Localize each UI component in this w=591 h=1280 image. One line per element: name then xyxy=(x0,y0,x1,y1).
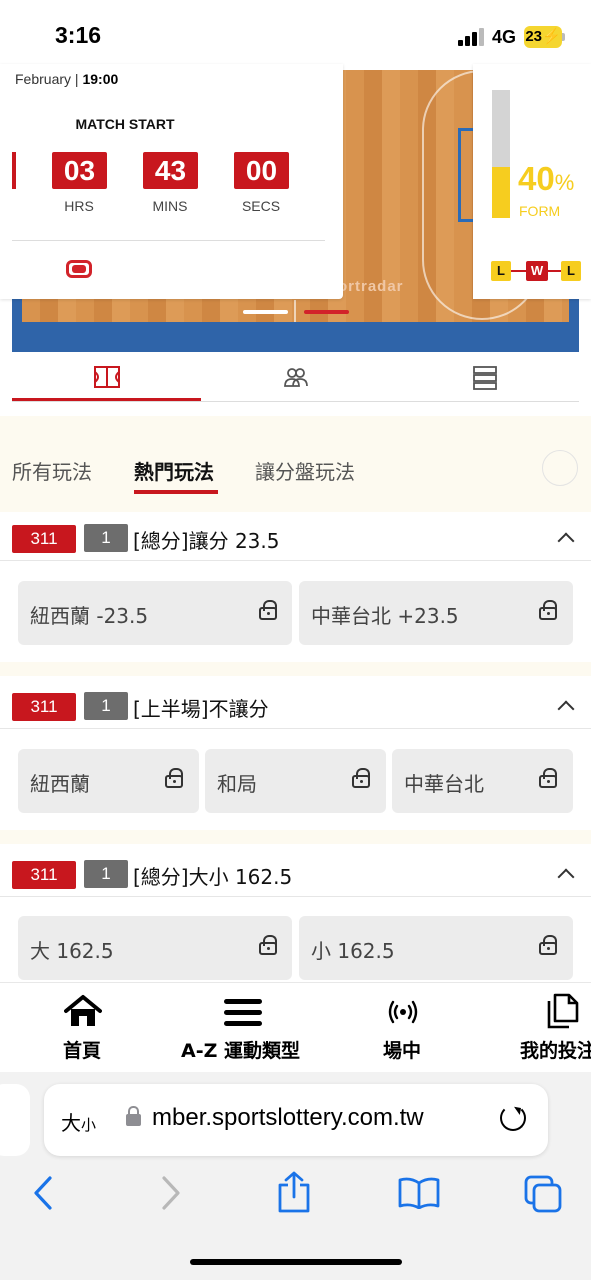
lock-icon xyxy=(165,768,183,788)
battery-nub xyxy=(562,33,565,41)
countdown-hours-label: HRS xyxy=(64,198,94,214)
forward-icon[interactable] xyxy=(160,1175,182,1211)
market-title: [總分]大小 162.5 xyxy=(133,865,293,889)
bet-option-label: 紐西蘭 -23.5 xyxy=(30,604,149,628)
bet-option[interactable]: 大 162.5 xyxy=(18,916,292,980)
market-divider xyxy=(0,728,591,729)
market-tab-more-button[interactable] xyxy=(542,450,578,486)
court-midline xyxy=(294,300,296,322)
countdown-minutes: 43 xyxy=(143,152,198,189)
section-separator xyxy=(0,830,591,844)
lock-icon xyxy=(352,768,370,788)
form-percent-sign: % xyxy=(554,170,575,195)
carousel-dot-2[interactable] xyxy=(304,310,349,314)
url-text[interactable]: mber.sportslottery.com.tw xyxy=(152,1104,424,1132)
tabs-icon[interactable] xyxy=(524,1175,562,1213)
form-result-1: L xyxy=(491,261,511,281)
form-result-2: W xyxy=(526,261,548,281)
form-label: FORM xyxy=(519,203,561,219)
nav-my-bets[interactable]: 我的投注 xyxy=(520,1040,591,1062)
lock-icon xyxy=(539,600,557,620)
market-number: 1 xyxy=(84,524,128,552)
bet-option[interactable]: 小 162.5 xyxy=(299,916,573,980)
bets-icon[interactable] xyxy=(545,993,579,1029)
text-size-small: 小 xyxy=(81,1116,97,1134)
bet-option[interactable]: 紐西蘭 xyxy=(18,749,199,813)
bet-option[interactable]: 和局 xyxy=(205,749,386,813)
section-separator xyxy=(0,662,591,676)
market-title: [總分]讓分 23.5 xyxy=(133,529,280,553)
table-icon[interactable] xyxy=(473,366,497,390)
chevron-up-icon[interactable] xyxy=(557,532,575,550)
market-number: 1 xyxy=(84,860,128,888)
bet-option-label: 小 162.5 xyxy=(311,939,395,963)
form-percent: 40% xyxy=(518,160,574,198)
market-title: [上半場]不讓分 xyxy=(133,697,269,721)
bet-option-label: 中華台北 +23.5 xyxy=(311,604,459,628)
market-number: 1 xyxy=(84,692,128,720)
countdown-seconds-label: SECS xyxy=(241,198,281,214)
bet-option-label: 中華台北 xyxy=(404,772,484,796)
nav-home[interactable]: 首頁 xyxy=(63,1036,101,1063)
lock-icon xyxy=(259,600,277,620)
market-code: 311 xyxy=(12,693,76,721)
signal-icon xyxy=(458,28,486,46)
lock-icon xyxy=(539,768,557,788)
countdown-hours: 03 xyxy=(52,152,107,189)
nav-live[interactable]: 場中 xyxy=(383,1036,421,1063)
match-start-label: MATCH START xyxy=(75,116,175,132)
court-icon[interactable] xyxy=(94,366,120,388)
tab-handicap-markets[interactable]: 讓分盤玩法 xyxy=(255,456,355,485)
market-code: 311 xyxy=(12,525,76,553)
live-icon[interactable] xyxy=(388,999,418,1025)
battery-level: 23 xyxy=(525,28,542,45)
home-indicator xyxy=(190,1259,402,1265)
reader-settings-button[interactable]: 大小 xyxy=(61,1107,96,1136)
back-icon[interactable] xyxy=(32,1175,54,1211)
lock-icon xyxy=(259,935,277,955)
countdown-edge xyxy=(12,152,16,189)
card-divider xyxy=(12,240,325,241)
previous-tab-preview[interactable] xyxy=(0,1084,30,1156)
form-percent-value: 40 xyxy=(518,160,555,197)
match-date-time: 19:00 xyxy=(82,71,119,87)
tab-all-markets[interactable]: 所有玩法 xyxy=(12,456,92,485)
home-icon[interactable] xyxy=(64,994,102,1028)
chevron-up-icon[interactable] xyxy=(557,700,575,718)
lock-icon xyxy=(126,1106,141,1126)
market-tab-underline xyxy=(134,490,218,494)
form-result-3: L xyxy=(561,261,581,281)
bet-option-label: 和局 xyxy=(217,772,257,796)
countdown-seconds: 00 xyxy=(234,152,289,189)
bet-option[interactable]: 中華台北 +23.5 xyxy=(299,581,573,645)
players-icon[interactable] xyxy=(283,366,309,388)
lock-icon xyxy=(539,935,557,955)
text-size-large: 大 xyxy=(61,1111,81,1135)
countdown-minutes-label: MINS xyxy=(152,198,188,214)
bet-option[interactable]: 中華台北 xyxy=(392,749,573,813)
bet-option-label: 大 162.5 xyxy=(30,939,114,963)
chevron-up-icon[interactable] xyxy=(557,868,575,886)
court-brand: ortradar xyxy=(338,278,404,295)
bookmarks-icon[interactable] xyxy=(398,1177,440,1209)
match-date: February | 19:00 xyxy=(15,71,119,87)
share-icon[interactable] xyxy=(277,1171,311,1213)
bet-option-label: 紐西蘭 xyxy=(30,772,90,796)
match-date-month: February xyxy=(15,71,72,87)
status-time: 3:16 xyxy=(55,22,102,48)
tv-icon[interactable] xyxy=(66,260,92,278)
market-code: 311 xyxy=(12,861,76,889)
reload-icon[interactable] xyxy=(500,1105,526,1131)
bet-option[interactable]: 紐西蘭 -23.5 xyxy=(18,581,292,645)
carousel-dot-1[interactable] xyxy=(243,310,288,314)
nav-az-sports[interactable]: A-Z 運動類型 xyxy=(181,1036,300,1063)
tab-hot-markets[interactable]: 熱門玩法 xyxy=(134,456,214,485)
market-divider xyxy=(0,560,591,561)
menu-icon[interactable] xyxy=(224,998,262,1026)
form-bar-fill xyxy=(492,167,510,218)
market-divider xyxy=(0,896,591,897)
network-label: 4G xyxy=(492,27,517,47)
tab-divider xyxy=(12,401,579,402)
battery-icon: 23⚡ xyxy=(524,26,562,48)
